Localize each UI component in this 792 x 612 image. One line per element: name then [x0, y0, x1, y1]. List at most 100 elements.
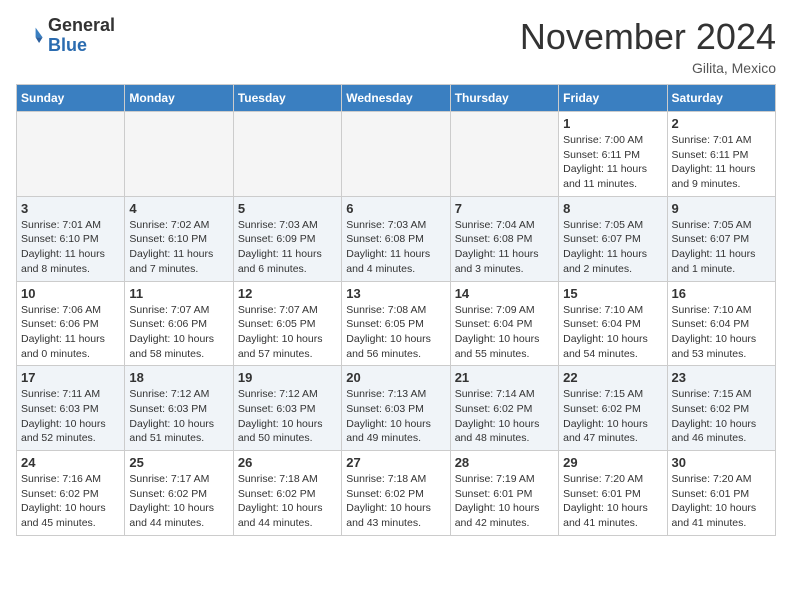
day-info: Sunrise: 7:03 AM Sunset: 6:08 PM Dayligh…	[346, 218, 445, 277]
day-info: Sunrise: 7:00 AM Sunset: 6:11 PM Dayligh…	[563, 133, 662, 192]
day-info: Sunrise: 7:20 AM Sunset: 6:01 PM Dayligh…	[563, 472, 662, 531]
day-number: 14	[455, 286, 554, 301]
day-number: 6	[346, 201, 445, 216]
calendar-cell: 26 Sunrise: 7:18 AM Sunset: 6:02 PM Dayli…	[233, 451, 341, 536]
calendar-cell	[125, 112, 233, 197]
day-info: Sunrise: 7:17 AM Sunset: 6:02 PM Dayligh…	[129, 472, 228, 531]
day-number: 8	[563, 201, 662, 216]
calendar-cell: 25 Sunrise: 7:17 AM Sunset: 6:02 PM Dayli…	[125, 451, 233, 536]
day-number: 19	[238, 370, 337, 385]
page-header: General Blue November 2024 Gilita, Mexic…	[16, 16, 776, 76]
day-number: 5	[238, 201, 337, 216]
day-number: 4	[129, 201, 228, 216]
calendar-cell: 7 Sunrise: 7:04 AM Sunset: 6:08 PM Daylig…	[450, 196, 558, 281]
day-info: Sunrise: 7:05 AM Sunset: 6:07 PM Dayligh…	[563, 218, 662, 277]
day-number: 15	[563, 286, 662, 301]
day-number: 28	[455, 455, 554, 470]
header-thursday: Thursday	[450, 85, 558, 112]
calendar-cell: 27 Sunrise: 7:18 AM Sunset: 6:02 PM Dayli…	[342, 451, 450, 536]
day-number: 1	[563, 116, 662, 131]
calendar-cell	[233, 112, 341, 197]
day-info: Sunrise: 7:08 AM Sunset: 6:05 PM Dayligh…	[346, 303, 445, 362]
calendar-header-row: SundayMondayTuesdayWednesdayThursdayFrid…	[17, 85, 776, 112]
day-info: Sunrise: 7:02 AM Sunset: 6:10 PM Dayligh…	[129, 218, 228, 277]
day-info: Sunrise: 7:13 AM Sunset: 6:03 PM Dayligh…	[346, 387, 445, 446]
calendar-cell: 12Sunrise: 7:07 AM Sunset: 6:05 PM Dayli…	[233, 281, 341, 366]
logo-icon	[16, 22, 44, 50]
logo-text: General Blue	[48, 16, 115, 56]
calendar-table: SundayMondayTuesdayWednesdayThursdayFrid…	[16, 84, 776, 536]
day-info: Sunrise: 7:10 AM Sunset: 6:04 PM Dayligh…	[563, 303, 662, 362]
calendar-cell: 4 Sunrise: 7:02 AM Sunset: 6:10 PM Daylig…	[125, 196, 233, 281]
day-info: Sunrise: 7:14 AM Sunset: 6:02 PM Dayligh…	[455, 387, 554, 446]
day-number: 22	[563, 370, 662, 385]
day-info: Sunrise: 7:12 AM Sunset: 6:03 PM Dayligh…	[129, 387, 228, 446]
calendar-cell: 19Sunrise: 7:12 AM Sunset: 6:03 PM Dayli…	[233, 366, 341, 451]
calendar-cell: 9 Sunrise: 7:05 AM Sunset: 6:07 PM Daylig…	[667, 196, 775, 281]
day-number: 7	[455, 201, 554, 216]
header-monday: Monday	[125, 85, 233, 112]
day-info: Sunrise: 7:15 AM Sunset: 6:02 PM Dayligh…	[563, 387, 662, 446]
calendar-cell: 15 Sunrise: 7:10 AM Sunset: 6:04 PM Dayli…	[559, 281, 667, 366]
calendar-cell: 8 Sunrise: 7:05 AM Sunset: 6:07 PM Daylig…	[559, 196, 667, 281]
day-info: Sunrise: 7:16 AM Sunset: 6:02 PM Dayligh…	[21, 472, 120, 531]
calendar-cell: 11Sunrise: 7:07 AM Sunset: 6:06 PM Dayli…	[125, 281, 233, 366]
day-number: 30	[672, 455, 771, 470]
calendar-cell: 16Sunrise: 7:10 AM Sunset: 6:04 PM Dayli…	[667, 281, 775, 366]
day-info: Sunrise: 7:05 AM Sunset: 6:07 PM Dayligh…	[672, 218, 771, 277]
logo-blue-text: Blue	[48, 36, 115, 56]
calendar-cell: 22 Sunrise: 7:15 AM Sunset: 6:02 PM Dayli…	[559, 366, 667, 451]
calendar-cell: 14Sunrise: 7:09 AM Sunset: 6:04 PM Dayli…	[450, 281, 558, 366]
day-number: 11	[129, 286, 228, 301]
calendar-cell: 10Sunrise: 7:06 AM Sunset: 6:06 PM Dayli…	[17, 281, 125, 366]
calendar-cell	[17, 112, 125, 197]
calendar-cell: 17 Sunrise: 7:11 AM Sunset: 6:03 PM Dayli…	[17, 366, 125, 451]
day-info: Sunrise: 7:20 AM Sunset: 6:01 PM Dayligh…	[672, 472, 771, 531]
calendar-week-4: 17 Sunrise: 7:11 AM Sunset: 6:03 PM Dayli…	[17, 366, 776, 451]
header-sunday: Sunday	[17, 85, 125, 112]
day-number: 17	[21, 370, 120, 385]
day-number: 26	[238, 455, 337, 470]
day-info: Sunrise: 7:19 AM Sunset: 6:01 PM Dayligh…	[455, 472, 554, 531]
day-number: 2	[672, 116, 771, 131]
calendar-cell: 2 Sunrise: 7:01 AM Sunset: 6:11 PM Daylig…	[667, 112, 775, 197]
month-title: November 2024	[520, 16, 776, 58]
day-number: 27	[346, 455, 445, 470]
calendar-cell	[342, 112, 450, 197]
calendar-cell: 20Sunrise: 7:13 AM Sunset: 6:03 PM Dayli…	[342, 366, 450, 451]
calendar-cell: 6 Sunrise: 7:03 AM Sunset: 6:08 PM Daylig…	[342, 196, 450, 281]
day-number: 25	[129, 455, 228, 470]
day-number: 10	[21, 286, 120, 301]
day-info: Sunrise: 7:03 AM Sunset: 6:09 PM Dayligh…	[238, 218, 337, 277]
calendar-cell: 24 Sunrise: 7:16 AM Sunset: 6:02 PM Dayli…	[17, 451, 125, 536]
calendar-cell: 23Sunrise: 7:15 AM Sunset: 6:02 PM Dayli…	[667, 366, 775, 451]
day-info: Sunrise: 7:10 AM Sunset: 6:04 PM Dayligh…	[672, 303, 771, 362]
day-number: 13	[346, 286, 445, 301]
day-number: 24	[21, 455, 120, 470]
calendar-cell: 28 Sunrise: 7:19 AM Sunset: 6:01 PM Dayli…	[450, 451, 558, 536]
logo-general-text: General	[48, 16, 115, 36]
day-info: Sunrise: 7:18 AM Sunset: 6:02 PM Dayligh…	[346, 472, 445, 531]
calendar-cell: 30 Sunrise: 7:20 AM Sunset: 6:01 PM Dayli…	[667, 451, 775, 536]
day-info: Sunrise: 7:01 AM Sunset: 6:11 PM Dayligh…	[672, 133, 771, 192]
calendar-cell: 5 Sunrise: 7:03 AM Sunset: 6:09 PM Daylig…	[233, 196, 341, 281]
header-saturday: Saturday	[667, 85, 775, 112]
calendar-cell: 13 Sunrise: 7:08 AM Sunset: 6:05 PM Dayli…	[342, 281, 450, 366]
day-info: Sunrise: 7:11 AM Sunset: 6:03 PM Dayligh…	[21, 387, 120, 446]
day-info: Sunrise: 7:07 AM Sunset: 6:05 PM Dayligh…	[238, 303, 337, 362]
header-tuesday: Tuesday	[233, 85, 341, 112]
calendar-week-1: 1 Sunrise: 7:00 AM Sunset: 6:11 PM Daylig…	[17, 112, 776, 197]
day-info: Sunrise: 7:04 AM Sunset: 6:08 PM Dayligh…	[455, 218, 554, 277]
day-number: 21	[455, 370, 554, 385]
calendar-cell: 3Sunrise: 7:01 AM Sunset: 6:10 PM Daylig…	[17, 196, 125, 281]
calendar-week-5: 24 Sunrise: 7:16 AM Sunset: 6:02 PM Dayli…	[17, 451, 776, 536]
day-number: 23	[672, 370, 771, 385]
day-number: 18	[129, 370, 228, 385]
day-info: Sunrise: 7:18 AM Sunset: 6:02 PM Dayligh…	[238, 472, 337, 531]
calendar-week-2: 3Sunrise: 7:01 AM Sunset: 6:10 PM Daylig…	[17, 196, 776, 281]
calendar-cell: 29Sunrise: 7:20 AM Sunset: 6:01 PM Dayli…	[559, 451, 667, 536]
logo: General Blue	[16, 16, 115, 56]
header-friday: Friday	[559, 85, 667, 112]
day-number: 9	[672, 201, 771, 216]
calendar-week-3: 10Sunrise: 7:06 AM Sunset: 6:06 PM Dayli…	[17, 281, 776, 366]
